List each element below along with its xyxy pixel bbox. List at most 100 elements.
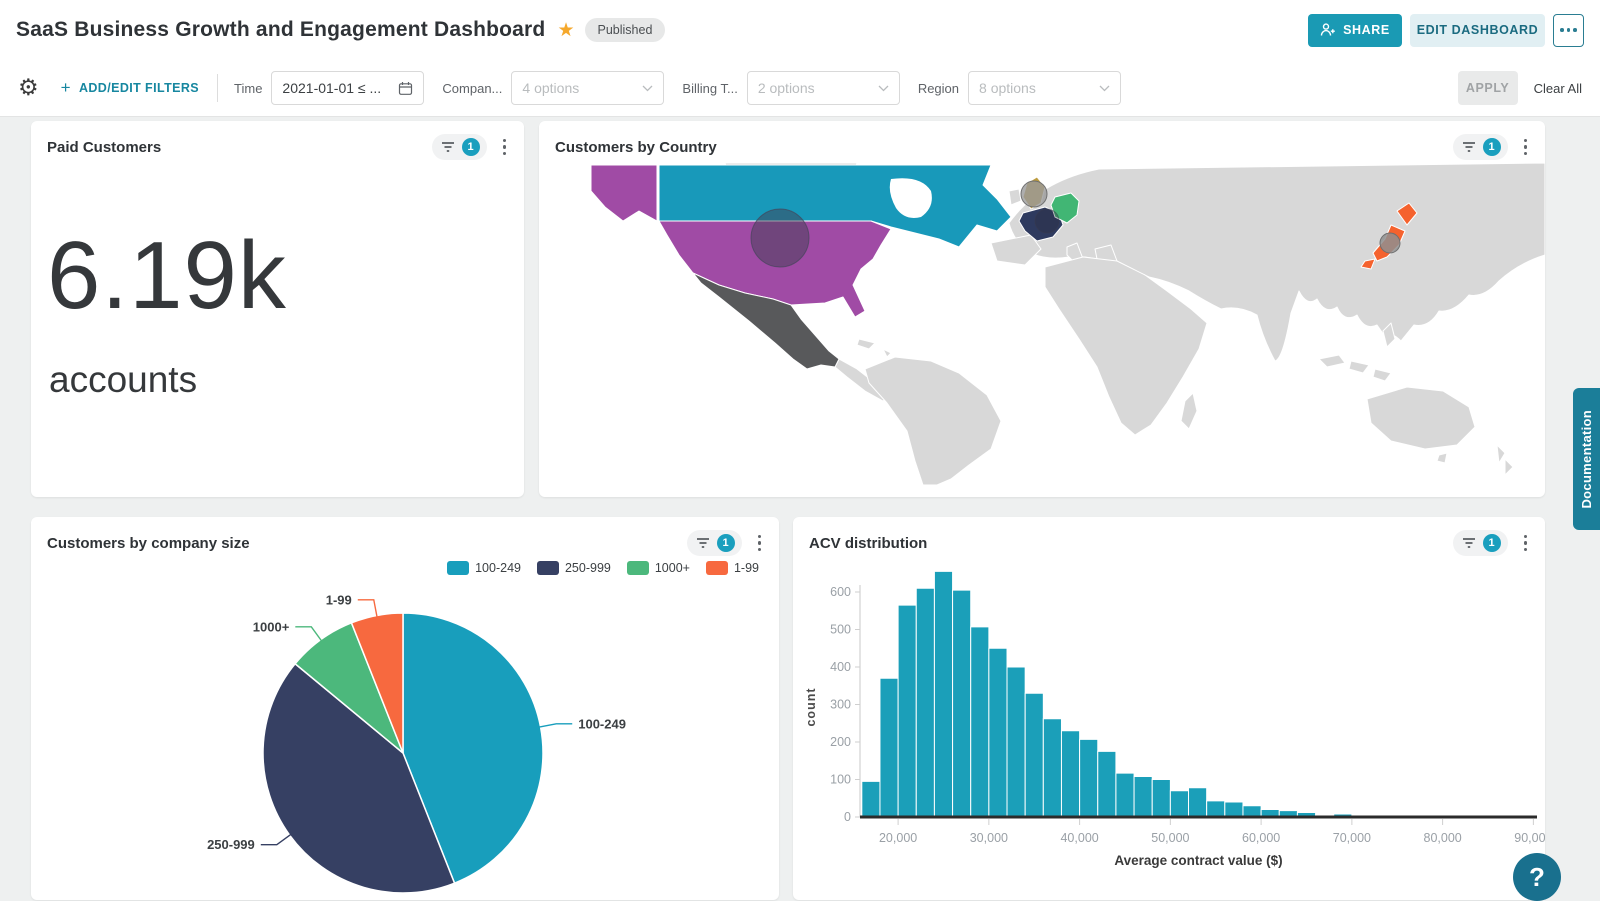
card-title: Paid Customers [47, 139, 432, 156]
edit-dashboard-button[interactable]: EDIT DASHBOARD [1410, 14, 1545, 47]
time-filter-input[interactable]: 2021-01-01 ≤ ... [271, 71, 424, 105]
help-button[interactable]: ? [1513, 853, 1561, 901]
svg-text:600: 600 [830, 585, 851, 599]
edit-dashboard-label: EDIT DASHBOARD [1417, 23, 1539, 37]
company-size-pie-chart[interactable]: 100-249250-9991000+1-99 [31, 553, 779, 900]
x-axis-label: Average contract value ($) [1114, 853, 1282, 868]
apply-button-label: APPLY [1466, 81, 1510, 95]
histogram-bar [880, 678, 898, 817]
card-title: Customers by Country [555, 139, 1453, 156]
documentation-tab[interactable]: Documentation [1573, 388, 1600, 530]
time-filter-value: 2021-01-01 ≤ ... [282, 80, 398, 96]
kebab-menu-icon[interactable] [1520, 531, 1532, 556]
help-icon: ? [1529, 862, 1545, 893]
calendar-icon [398, 81, 413, 96]
top-bar: SaaS Business Growth and Engagement Dash… [0, 0, 1600, 60]
ellipsis-icon [1560, 28, 1577, 32]
widget-filter-pill[interactable]: 1 [432, 134, 487, 160]
svg-text:50,000: 50,000 [1151, 831, 1189, 845]
pie-callout-label: 100-249 [578, 716, 626, 731]
documentation-tab-label: Documentation [1579, 410, 1594, 509]
region-filter-value: 8 options [979, 80, 1099, 96]
page-title: SaaS Business Growth and Engagement Dash… [16, 18, 545, 42]
histogram-bar [1098, 751, 1116, 817]
chevron-down-icon [878, 85, 889, 92]
svg-text:70,000: 70,000 [1333, 831, 1371, 845]
share-button[interactable]: SHARE [1308, 14, 1402, 47]
plus-icon: + [61, 78, 71, 98]
histogram-bar [934, 571, 952, 817]
y-axis-label: count [804, 687, 818, 726]
histogram-bar [1025, 693, 1043, 817]
acv-distribution-card: ACV distribution 1 010020030040050060020… [793, 517, 1545, 900]
svg-text:0: 0 [844, 810, 851, 824]
filter-region: Region 8 options [918, 71, 1121, 105]
card-title: ACV distribution [809, 535, 1453, 552]
kpi-value: 6.19k [47, 221, 287, 331]
add-edit-filters-label: ADD/EDIT FILTERS [79, 81, 199, 95]
region-filter-select[interactable]: 8 options [968, 71, 1121, 105]
histogram-bar [1170, 791, 1188, 817]
histogram-bar [1080, 739, 1098, 817]
company-filter-select[interactable]: 4 options [511, 71, 664, 105]
histogram-bar [1043, 719, 1061, 817]
svg-text:40,000: 40,000 [1060, 831, 1098, 845]
filter-time: Time 2021-01-01 ≤ ... [234, 71, 424, 105]
histogram-bar [1061, 731, 1079, 817]
company-filter-value: 4 options [522, 80, 642, 96]
filter-count-badge: 1 [462, 138, 480, 156]
funnel-icon [441, 141, 455, 153]
histogram-bar [1207, 801, 1225, 817]
filter-billing: Billing T... 2 options [682, 71, 899, 105]
more-menu-button[interactable] [1553, 14, 1584, 47]
histogram-bar [1189, 788, 1207, 817]
histogram-bar [862, 781, 880, 817]
filter-time-label: Time [234, 81, 262, 96]
histogram-bar [989, 648, 1007, 817]
histogram-bar [971, 627, 989, 817]
svg-text:30,000: 30,000 [970, 831, 1008, 845]
gear-icon[interactable]: ⚙ [18, 75, 39, 101]
pie-callout-label: 1000+ [253, 619, 290, 634]
company-size-card: Customers by company size 1 100-249250-9… [31, 517, 779, 900]
card-title: Customers by company size [47, 535, 687, 552]
filter-bar: ⚙ + ADD/EDIT FILTERS Time 2021-01-01 ≤ .… [0, 60, 1600, 117]
filter-company-label: Compan... [442, 81, 502, 96]
share-person-icon [1320, 23, 1336, 37]
svg-text:300: 300 [830, 698, 851, 712]
svg-text:500: 500 [830, 623, 851, 637]
kebab-menu-icon[interactable] [754, 531, 766, 556]
favorite-star-icon[interactable]: ★ [557, 19, 574, 41]
histogram-bar [1225, 802, 1243, 817]
svg-text:200: 200 [830, 735, 851, 749]
kpi-unit-label: accounts [49, 359, 197, 401]
status-badge: Published [585, 18, 666, 42]
pie-callout-label: 1-99 [326, 592, 352, 607]
apply-button[interactable]: APPLY [1458, 71, 1518, 105]
funnel-icon [696, 537, 710, 549]
map-bubble-usa [751, 209, 809, 267]
chevron-down-icon [1099, 85, 1110, 92]
filter-billing-label: Billing T... [682, 81, 737, 96]
filter-count-badge: 1 [717, 534, 735, 552]
clear-all-button[interactable]: Clear All [1534, 81, 1582, 96]
kebab-menu-icon[interactable] [499, 135, 511, 160]
acv-histogram-chart[interactable]: 0 100 200 300 400 500 600 20,000 30,000 40,000 50,… [793, 553, 1545, 900]
filter-count-badge: 1 [1483, 138, 1501, 156]
svg-text:90,000: 90,000 [1514, 831, 1545, 845]
svg-text:20,000: 20,000 [879, 831, 917, 845]
svg-text:400: 400 [830, 660, 851, 674]
kebab-menu-icon[interactable] [1520, 135, 1532, 160]
svg-text:100: 100 [830, 773, 851, 787]
paid-customers-card: Paid Customers 1 6.19k accounts [31, 121, 524, 497]
histogram-bar [1007, 667, 1025, 817]
widget-filter-pill[interactable]: 1 [1453, 134, 1508, 160]
map-bubble-uk [1021, 181, 1047, 207]
map-bubble-france [1035, 209, 1059, 233]
histogram-bar [1134, 777, 1152, 818]
world-choropleth-map[interactable] [539, 159, 1545, 489]
histogram-bar [1116, 773, 1134, 817]
add-edit-filters-button[interactable]: + ADD/EDIT FILTERS [61, 78, 199, 98]
share-button-label: SHARE [1343, 23, 1390, 37]
billing-filter-select[interactable]: 2 options [747, 71, 900, 105]
